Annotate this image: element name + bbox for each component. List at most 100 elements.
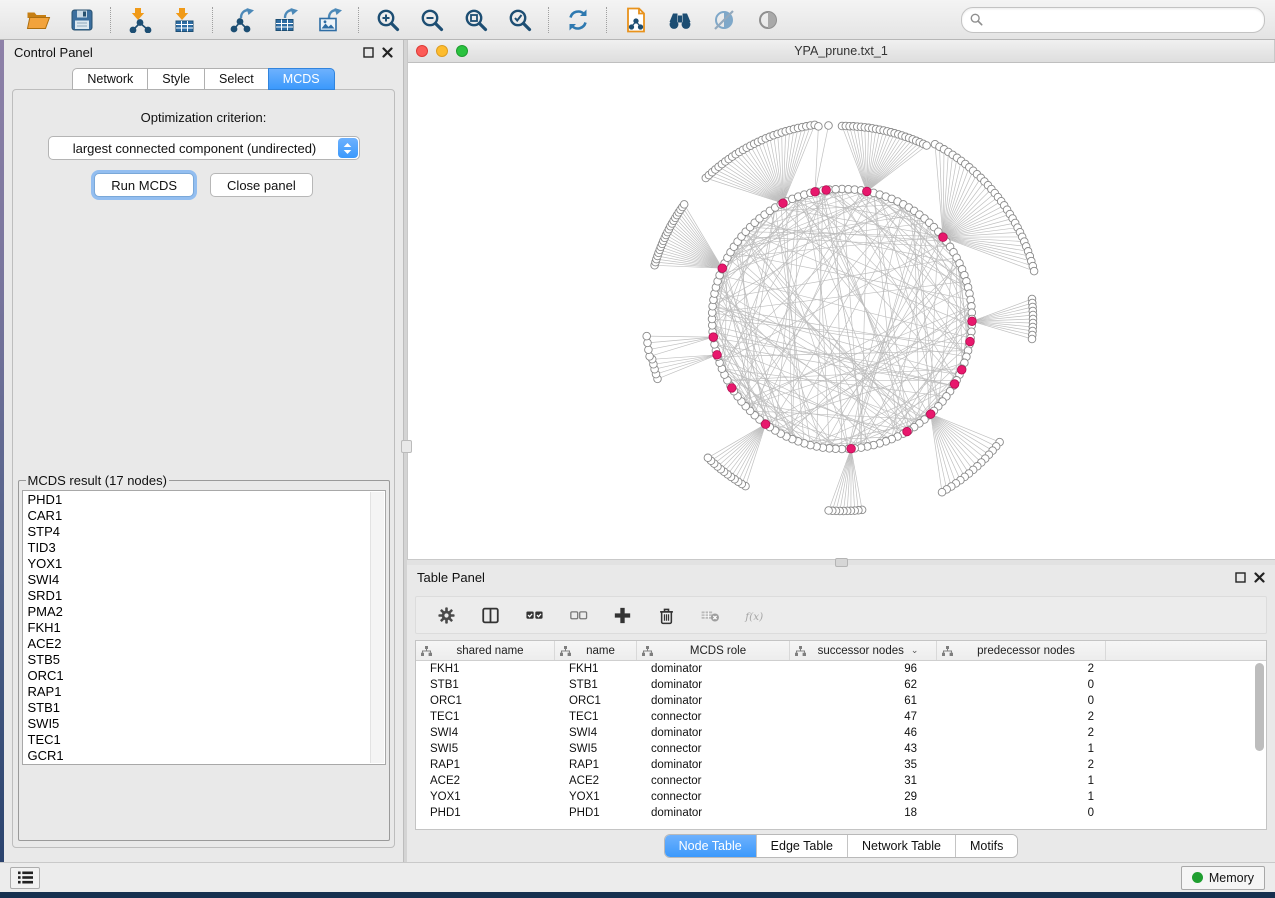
delete-table-button[interactable] — [698, 603, 722, 627]
horizontal-splitter[interactable] — [407, 560, 1275, 565]
column-header-shared_name[interactable]: shared name — [416, 641, 555, 660]
table-settings-button[interactable] — [434, 603, 458, 627]
zoom-in-button[interactable] — [373, 5, 403, 35]
cell-role: connector — [637, 775, 790, 787]
mcds-node-item[interactable]: PHD1 — [28, 492, 385, 508]
deselect-all-button[interactable] — [566, 603, 590, 627]
new-network-from-selection-button[interactable] — [621, 5, 651, 35]
export-table-button[interactable] — [271, 5, 301, 35]
close-window-button[interactable] — [416, 45, 428, 57]
run-mcds-button[interactable]: Run MCDS — [94, 173, 194, 197]
mcds-node-item[interactable]: ACE2 — [28, 636, 385, 652]
hide-graphics-details-button[interactable] — [709, 5, 739, 35]
table-row[interactable]: STB1STB1dominator620 — [416, 677, 1266, 693]
mcds-node-item[interactable]: YOX1 — [28, 556, 385, 572]
mcds-node-item[interactable]: SWI4 — [28, 572, 385, 588]
mcds-node-item[interactable]: STP4 — [28, 524, 385, 540]
tab-network-table[interactable]: Network Table — [848, 835, 956, 857]
open-file-button[interactable] — [23, 5, 53, 35]
task-history-button[interactable] — [10, 867, 40, 889]
export-network-button[interactable] — [227, 5, 257, 35]
zoom-selected-button[interactable] — [505, 5, 535, 35]
table-toolbar: f(x) — [415, 596, 1267, 634]
float-panel-icon[interactable] — [1235, 572, 1246, 583]
control-panel-tabs: NetworkStyleSelectMCDS — [4, 68, 403, 90]
cell-predecessors: 0 — [937, 807, 1106, 819]
memory-button[interactable]: Memory — [1181, 866, 1265, 890]
show-column-panel-button[interactable] — [478, 603, 502, 627]
tab-network[interactable]: Network — [72, 68, 147, 90]
refresh-view-button[interactable] — [563, 5, 593, 35]
close-panel-button[interactable]: Close panel — [210, 173, 313, 197]
import-table-button[interactable] — [169, 5, 199, 35]
tab-style[interactable]: Style — [147, 68, 204, 90]
table-row[interactable]: SWI4SWI4dominator462 — [416, 725, 1266, 741]
splitter-grip[interactable] — [401, 440, 412, 453]
column-header-name[interactable]: name — [555, 641, 637, 660]
function-builder-button[interactable]: f(x) — [742, 603, 766, 627]
mcds-list-scrollbar[interactable] — [370, 492, 384, 763]
mcds-node-item[interactable]: STB1 — [28, 700, 385, 716]
mcds-node-item[interactable]: SRD1 — [28, 588, 385, 604]
table-row[interactable]: FKH1FKH1dominator962 — [416, 661, 1266, 677]
tab-select[interactable]: Select — [204, 68, 268, 90]
close-panel-icon[interactable] — [382, 47, 393, 58]
table-row[interactable]: ORC1ORC1dominator610 — [416, 693, 1266, 709]
tab-mcds[interactable]: MCDS — [268, 68, 335, 90]
mcds-node-item[interactable]: GCR1 — [28, 748, 385, 764]
control-panel-title: Control Panel — [14, 45, 93, 60]
search-input[interactable] — [988, 12, 1256, 28]
save-session-button[interactable] — [67, 5, 97, 35]
delete-column-button[interactable] — [654, 603, 678, 627]
add-column-button[interactable] — [610, 603, 634, 627]
table-row[interactable]: ACE2ACE2connector311 — [416, 773, 1266, 789]
mcds-node-item[interactable]: ORC1 — [28, 668, 385, 684]
vertical-splitter[interactable] — [403, 40, 407, 862]
export-image-button[interactable] — [315, 5, 345, 35]
import-network-button[interactable] — [125, 5, 155, 35]
column-type-icon — [942, 646, 953, 656]
column-header-predecessors[interactable]: predecessor nodes — [937, 641, 1106, 660]
table-row[interactable]: PHD1PHD1dominator180 — [416, 805, 1266, 821]
close-panel-icon[interactable] — [1254, 572, 1265, 583]
mcds-node-item[interactable]: SWI5 — [28, 716, 385, 732]
mcds-node-item[interactable]: RAP1 — [28, 684, 385, 700]
zoom-fit-button[interactable] — [461, 5, 491, 35]
select-all-button[interactable] — [522, 603, 546, 627]
deselect-all-icon — [568, 605, 589, 626]
import-table-icon — [171, 7, 197, 33]
tab-edge-table[interactable]: Edge Table — [757, 835, 848, 857]
column-header-role[interactable]: MCDS role — [637, 641, 790, 660]
search-box[interactable] — [961, 7, 1265, 33]
mcds-node-item[interactable]: STB5 — [28, 652, 385, 668]
table-row[interactable]: YOX1YOX1connector291 — [416, 789, 1266, 805]
mcds-node-item[interactable]: TEC1 — [28, 732, 385, 748]
mcds-node-item[interactable]: CAR1 — [28, 508, 385, 524]
mcds-node-item[interactable]: FKH1 — [28, 620, 385, 636]
table-row[interactable]: RAP1RAP1dominator352 — [416, 757, 1266, 773]
first-neighbors-button[interactable] — [665, 5, 695, 35]
mcds-node-item[interactable]: TID3 — [28, 540, 385, 556]
column-type-icon — [421, 646, 432, 656]
float-panel-icon[interactable] — [363, 47, 374, 58]
column-header-successors[interactable]: successor nodes⌄ — [790, 641, 937, 660]
maximize-window-button[interactable] — [456, 45, 468, 57]
mcds-node-item[interactable]: PMA2 — [28, 604, 385, 620]
network-canvas[interactable] — [408, 63, 1275, 559]
splitter-grip[interactable] — [835, 558, 848, 567]
tab-motifs[interactable]: Motifs — [956, 835, 1017, 857]
mcds-result-list[interactable]: PHD1CAR1STP4TID3YOX1SWI4SRD1PMA2FKH1ACE2… — [22, 490, 386, 765]
optimization-criterion-select[interactable]: largest connected component (undirected) — [48, 136, 360, 160]
window-traffic-lights — [416, 45, 468, 57]
cell-name: PHD1 — [555, 807, 637, 819]
show-graphics-details-button[interactable] — [753, 5, 783, 35]
table-row[interactable]: SWI5SWI5connector431 — [416, 741, 1266, 757]
columns-icon — [480, 605, 501, 626]
table-scrollbar[interactable] — [1253, 661, 1266, 829]
cell-successors: 31 — [790, 775, 937, 787]
table-row[interactable]: TEC1TEC1connector472 — [416, 709, 1266, 725]
scrollbar-thumb[interactable] — [1255, 663, 1264, 751]
minimize-window-button[interactable] — [436, 45, 448, 57]
tab-node-table[interactable]: Node Table — [665, 835, 757, 857]
zoom-out-button[interactable] — [417, 5, 447, 35]
